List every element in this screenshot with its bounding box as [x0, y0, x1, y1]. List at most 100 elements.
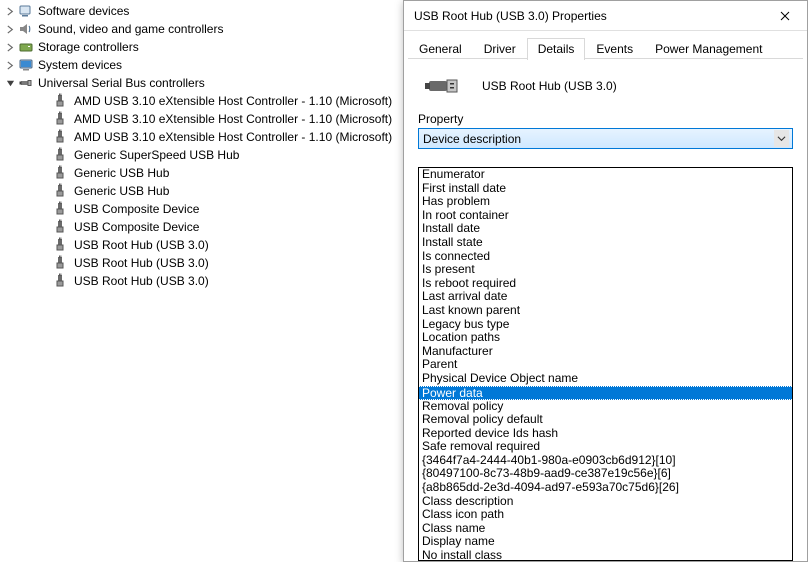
- usb-plug-icon: [54, 183, 70, 199]
- collapse-icon[interactable]: [4, 77, 16, 89]
- tree-item-sound-video-game[interactable]: Sound, video and game controllers: [4, 20, 404, 38]
- property-option[interactable]: Manufacturer: [419, 345, 792, 359]
- close-button[interactable]: [763, 1, 807, 31]
- tree-label: System devices: [38, 58, 122, 72]
- usb-icon: [18, 75, 34, 91]
- property-option[interactable]: {80497100-8c73-48b9-aad9-ce387e19c56e}[6…: [419, 467, 792, 481]
- tree-label: AMD USB 3.10 eXtensible Host Controller …: [74, 112, 392, 126]
- usb-plug-icon: [54, 129, 70, 145]
- tree-item-usb-device[interactable]: Generic USB Hub: [22, 164, 404, 182]
- property-option[interactable]: {3464f7a4-2444-40b1-980a-e0903cb6d912}[1…: [419, 454, 792, 468]
- computer-icon: [18, 57, 34, 73]
- usb-plug-icon: [54, 273, 70, 289]
- tree-item-software-devices[interactable]: Software devices: [4, 2, 404, 20]
- property-option[interactable]: Is connected: [419, 250, 792, 264]
- property-option[interactable]: Removal policy default: [419, 413, 792, 427]
- expand-icon[interactable]: [4, 5, 16, 17]
- usb-plug-icon: [54, 255, 70, 271]
- tree-label: AMD USB 3.10 eXtensible Host Controller …: [74, 130, 392, 144]
- tree-label: USB Root Hub (USB 3.0): [74, 238, 209, 252]
- tree-item-storage-controllers[interactable]: Storage controllers: [4, 38, 404, 56]
- property-option[interactable]: {a8b865dd-2e3d-4094-ad97-e593a70c75d6}[2…: [419, 481, 792, 495]
- storage-icon: [18, 39, 34, 55]
- chevron-down-icon: [774, 130, 789, 147]
- tree-item-usb-device[interactable]: USB Composite Device: [22, 200, 404, 218]
- device-tree: Software devices Sound, video and game c…: [4, 2, 404, 290]
- tree-item-usb-device[interactable]: USB Root Hub (USB 3.0): [22, 272, 404, 290]
- expand-icon[interactable]: [4, 23, 16, 35]
- window-title: USB Root Hub (USB 3.0) Properties: [414, 9, 763, 23]
- property-option[interactable]: Last known parent: [419, 304, 792, 318]
- usb-plug-icon: [54, 147, 70, 163]
- usb-plug-icon: [54, 219, 70, 235]
- property-option[interactable]: Class icon path: [419, 508, 792, 522]
- property-option[interactable]: First install date: [419, 182, 792, 196]
- dropdown-selected-text: Device description: [423, 132, 774, 146]
- tree-label: USB Root Hub (USB 3.0): [74, 274, 209, 288]
- tree-label: Generic USB Hub: [74, 184, 169, 198]
- usb-device-icon: [424, 72, 464, 100]
- tree-label: Sound, video and game controllers: [38, 22, 223, 36]
- property-option[interactable]: Safe removal required: [419, 440, 792, 454]
- tab-events[interactable]: Events: [585, 38, 644, 60]
- property-option[interactable]: Power data: [419, 386, 792, 400]
- tree-label: Software devices: [38, 4, 129, 18]
- tab-underline: [408, 58, 803, 59]
- usb-plug-icon: [54, 201, 70, 217]
- property-option[interactable]: Has problem: [419, 195, 792, 209]
- property-option[interactable]: Class name: [419, 522, 792, 536]
- titlebar: USB Root Hub (USB 3.0) Properties: [404, 1, 807, 31]
- property-option[interactable]: In root container: [419, 209, 792, 223]
- tree-label: Generic SuperSpeed USB Hub: [74, 148, 239, 162]
- usb-plug-icon: [54, 237, 70, 253]
- speaker-icon: [18, 21, 34, 37]
- property-option[interactable]: Enumerator: [419, 168, 792, 182]
- device-name: USB Root Hub (USB 3.0): [482, 79, 617, 93]
- tree-item-usb-device[interactable]: USB Composite Device: [22, 218, 404, 236]
- usb-plug-icon: [54, 165, 70, 181]
- tree-item-usb-device[interactable]: USB Root Hub (USB 3.0): [22, 254, 404, 272]
- expand-icon[interactable]: [4, 59, 16, 71]
- properties-dialog: USB Root Hub (USB 3.0) Properties Genera…: [403, 0, 808, 562]
- property-option[interactable]: Install date: [419, 222, 792, 236]
- tab-general[interactable]: General: [408, 38, 473, 60]
- software-device-icon: [18, 3, 34, 19]
- usb-plug-icon: [54, 111, 70, 127]
- property-option[interactable]: Location paths: [419, 331, 792, 345]
- tree-item-system-devices[interactable]: System devices: [4, 56, 404, 74]
- property-option[interactable]: Install state: [419, 236, 792, 250]
- tree-label: AMD USB 3.10 eXtensible Host Controller …: [74, 94, 392, 108]
- tree-label: Generic USB Hub: [74, 166, 169, 180]
- property-option[interactable]: Reported device Ids hash: [419, 427, 792, 441]
- tree-item-usb-controllers[interactable]: Universal Serial Bus controllers: [4, 74, 404, 92]
- property-option[interactable]: Physical Device Object name: [419, 372, 792, 386]
- tree-label: USB Composite Device: [74, 220, 199, 234]
- property-option[interactable]: Display name: [419, 535, 792, 549]
- tab-driver[interactable]: Driver: [473, 38, 527, 60]
- tree-item-usb-device[interactable]: AMD USB 3.10 eXtensible Host Controller …: [22, 128, 404, 146]
- property-option[interactable]: Parent: [419, 358, 792, 372]
- expand-icon[interactable]: [4, 41, 16, 53]
- property-option[interactable]: Is present: [419, 263, 792, 277]
- property-option[interactable]: No install class: [419, 549, 792, 561]
- property-option[interactable]: Legacy bus type: [419, 318, 792, 332]
- tree-label: USB Composite Device: [74, 202, 199, 216]
- property-option[interactable]: Removal policy: [419, 400, 792, 414]
- tree-item-usb-device[interactable]: AMD USB 3.10 eXtensible Host Controller …: [22, 110, 404, 128]
- tree-item-usb-device[interactable]: USB Root Hub (USB 3.0): [22, 236, 404, 254]
- tab-power-management[interactable]: Power Management: [644, 38, 773, 60]
- property-options-list[interactable]: EnumeratorFirst install dateHas problemI…: [418, 167, 793, 561]
- property-option[interactable]: Last arrival date: [419, 290, 792, 304]
- tree-item-usb-device[interactable]: AMD USB 3.10 eXtensible Host Controller …: [22, 92, 404, 110]
- property-option[interactable]: Class description: [419, 495, 792, 509]
- tree-item-usb-device[interactable]: Generic USB Hub: [22, 182, 404, 200]
- tree-label: Storage controllers: [38, 40, 139, 54]
- tree-label: USB Root Hub (USB 3.0): [74, 256, 209, 270]
- tree-item-usb-device[interactable]: Generic SuperSpeed USB Hub: [22, 146, 404, 164]
- property-option[interactable]: Is reboot required: [419, 277, 792, 291]
- tree-children-usb: AMD USB 3.10 eXtensible Host Controller …: [4, 92, 404, 290]
- device-summary: USB Root Hub (USB 3.0): [404, 60, 807, 108]
- tab-details[interactable]: Details: [527, 38, 586, 60]
- property-dropdown[interactable]: Device description: [418, 128, 793, 149]
- property-label: Property: [418, 112, 793, 126]
